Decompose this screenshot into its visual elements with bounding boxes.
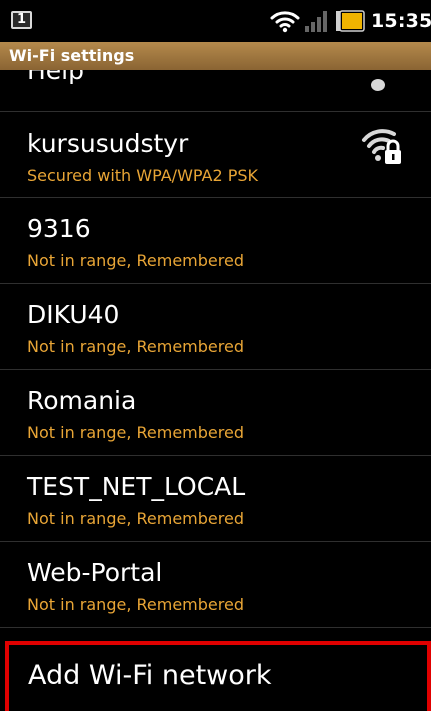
signal-icon bbox=[305, 11, 327, 32]
list-item-help-label: Help bbox=[27, 70, 84, 85]
network-item-test-net-local[interactable]: TEST_NET_LOCAL Not in range, Remembered bbox=[0, 456, 431, 542]
network-status: Not in range, Remembered bbox=[27, 595, 244, 614]
wifi-lock-icon bbox=[362, 129, 401, 164]
network-name: kursusudstyr bbox=[27, 129, 189, 158]
add-wifi-network-button[interactable]: Add Wi-Fi network bbox=[5, 641, 431, 711]
network-status: Not in range, Remembered bbox=[27, 423, 244, 442]
page-title: Wi-Fi settings bbox=[9, 46, 135, 65]
network-item-9316[interactable]: 9316 Not in range, Remembered bbox=[0, 198, 431, 284]
network-name: Romania bbox=[27, 386, 137, 415]
network-name: DIKU40 bbox=[27, 300, 120, 329]
notification-icon[interactable]: 1 bbox=[11, 11, 32, 29]
network-status: Secured with WPA/WPA2 PSK bbox=[27, 166, 259, 185]
status-bar: 1 15:35 bbox=[0, 0, 431, 42]
network-status: Not in range, Remembered bbox=[27, 251, 244, 270]
list-item-help[interactable]: Help bbox=[0, 70, 431, 112]
add-wifi-network-label: Add Wi-Fi network bbox=[28, 660, 272, 691]
battery-icon bbox=[336, 10, 365, 32]
network-status: Not in range, Remembered bbox=[27, 509, 244, 528]
title-bar: Wi-Fi settings bbox=[0, 42, 431, 70]
network-item-diku40[interactable]: DIKU40 Not in range, Remembered bbox=[0, 284, 431, 370]
network-status: Not in range, Remembered bbox=[27, 337, 244, 356]
network-item-web-portal[interactable]: Web-Portal Not in range, Remembered bbox=[0, 542, 431, 628]
network-name: Web-Portal bbox=[27, 558, 163, 587]
network-name: TEST_NET_LOCAL bbox=[27, 472, 246, 501]
wifi-network-list[interactable]: Help kursusudstyr Secured with WPA/WPA2 … bbox=[0, 70, 431, 711]
network-item-romania[interactable]: Romania Not in range, Remembered bbox=[0, 370, 431, 456]
scroll-indicator-icon bbox=[371, 79, 385, 91]
network-item-kursusudstyr[interactable]: kursusudstyr Secured with WPA/WPA2 PSK bbox=[0, 112, 431, 198]
wifi-icon bbox=[270, 11, 300, 33]
network-name: 9316 bbox=[27, 214, 91, 243]
clock: 15:35 bbox=[371, 10, 431, 32]
